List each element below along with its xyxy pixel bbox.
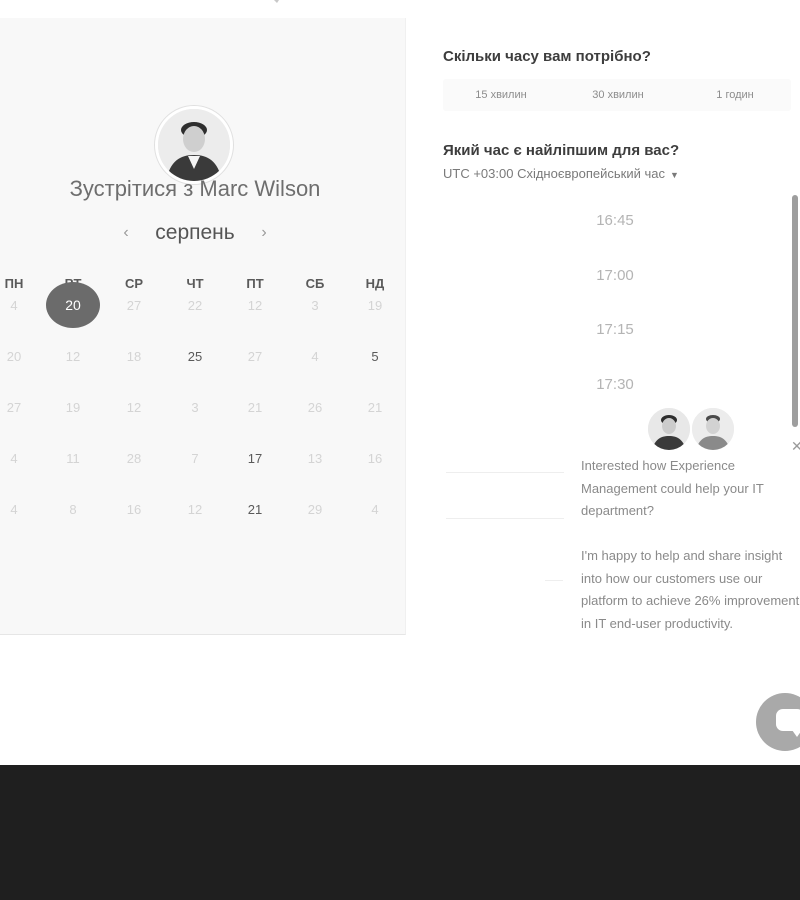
calendar-day-unavailable: 12 <box>65 349 81 364</box>
calendar-day-unavailable: 22 <box>187 298 203 313</box>
calendar-day-available[interactable]: 5 <box>355 349 395 364</box>
person-icon <box>692 408 734 450</box>
calendar-day-unavailable: 26 <box>307 400 323 415</box>
caret-down-icon: ▼ <box>669 170 679 180</box>
weekday-label: СР <box>124 276 144 291</box>
calendar-day-unavailable: 27 <box>126 298 142 313</box>
calendar-day-unavailable: 12 <box>187 502 203 517</box>
meeting-title: Зустрітися з Marc Wilson <box>69 176 321 201</box>
divider <box>446 518 564 519</box>
duration-question: Скільки часу вам потрібно? <box>443 48 651 65</box>
divider <box>545 580 563 581</box>
time-question: Який час є найліпшим для вас? <box>443 142 680 159</box>
calendar-day-unavailable: 13 <box>307 451 323 466</box>
calendar-day-unavailable: 4 <box>10 451 18 466</box>
host-avatar <box>155 106 233 184</box>
timezone-selector[interactable]: UTC +03:00 Східноєвропейський час ▼ <box>443 166 679 181</box>
calendar-day-unavailable: 18 <box>126 349 142 364</box>
footer <box>0 765 800 900</box>
duration-option-60[interactable]: 1 годин <box>690 89 780 101</box>
calendar-day-available[interactable]: 21 <box>235 502 275 517</box>
weekday-label: ЧТ <box>186 276 204 291</box>
chevron-right-icon[interactable]: › <box>256 224 272 242</box>
pointer-arrow-icon <box>274 0 279 3</box>
agent-avatar <box>690 406 736 452</box>
divider <box>446 472 564 473</box>
time-slot-button[interactable]: 16:45 <box>555 212 675 229</box>
chat-launcher-button[interactable] <box>756 693 800 751</box>
weekday-label: ПН <box>4 276 24 291</box>
calendar-day-unavailable: 21 <box>367 400 383 415</box>
calendar-day-unavailable: 12 <box>126 400 142 415</box>
person-icon <box>158 109 230 181</box>
calendar-day-unavailable: 27 <box>6 400 22 415</box>
calendar-day-unavailable: 7 <box>191 451 199 466</box>
chat-message-body: I'm happy to help and share insight into… <box>581 548 800 631</box>
calendar-day-unavailable: 19 <box>65 400 81 415</box>
weekday-label: ПТ <box>246 276 264 291</box>
close-icon[interactable]: ✕ <box>791 438 800 455</box>
calendar-day-unavailable: 27 <box>247 349 263 364</box>
calendar-panel: Зустрітися з Marc Wilson ‹ серпень › ПНВ… <box>0 18 406 635</box>
calendar-day-unavailable: 8 <box>69 502 77 517</box>
calendar-day-unavailable: 28 <box>126 451 142 466</box>
calendar-day-unavailable: 16 <box>367 451 383 466</box>
chat-message-intro: Interested how Experience Management cou… <box>581 458 764 519</box>
chevron-left-icon[interactable]: ‹ <box>118 224 134 242</box>
chat-bubble-icon <box>776 709 800 737</box>
calendar-day-unavailable: 3 <box>191 400 199 415</box>
month-label: серпень <box>155 221 235 244</box>
calendar-day-unavailable: 21 <box>247 400 263 415</box>
calendar-day-unavailable: 12 <box>247 298 263 313</box>
time-list-scrollbar[interactable] <box>792 195 798 427</box>
calendar-day-unavailable: 4 <box>371 502 379 517</box>
calendar-day-selected[interactable]: 20 <box>46 282 100 328</box>
weekday-label: НД <box>365 276 385 291</box>
duration-option-30[interactable]: 30 хвилин <box>573 89 663 101</box>
calendar-day-unavailable: 20 <box>6 349 22 364</box>
calendar-day-unavailable: 3 <box>311 298 319 313</box>
time-slot-button[interactable]: 17:30 <box>555 376 675 393</box>
timezone-label: UTC +03:00 Східноєвропейський час <box>443 166 665 181</box>
duration-option-15[interactable]: 15 хвилин <box>456 89 546 101</box>
month-navigation: ‹ серпень › <box>118 220 272 246</box>
time-slot-button[interactable]: 17:15 <box>555 321 675 338</box>
calendar-day-available[interactable]: 17 <box>235 451 275 466</box>
time-slot-button[interactable]: 17:00 <box>555 267 675 284</box>
chat-agent-avatars <box>646 406 742 454</box>
weekday-label: СБ <box>305 276 325 291</box>
calendar-day-unavailable: 29 <box>307 502 323 517</box>
calendar-day-unavailable: 11 <box>66 451 80 466</box>
duration-selector: 15 хвилин 30 хвилин 1 годин <box>443 79 791 111</box>
person-icon <box>648 408 690 450</box>
calendar-day-unavailable: 4 <box>311 349 319 364</box>
calendar-day-unavailable: 19 <box>367 298 383 313</box>
calendar-day-unavailable: 16 <box>126 502 142 517</box>
calendar-day-unavailable: 4 <box>10 298 18 313</box>
calendar-day-available[interactable]: 25 <box>175 349 215 364</box>
calendar-day-unavailable: 4 <box>10 502 18 517</box>
scheduler-page: Зустрітися з Marc Wilson ‹ серпень › ПНВ… <box>0 0 800 900</box>
agent-avatar <box>646 406 692 452</box>
